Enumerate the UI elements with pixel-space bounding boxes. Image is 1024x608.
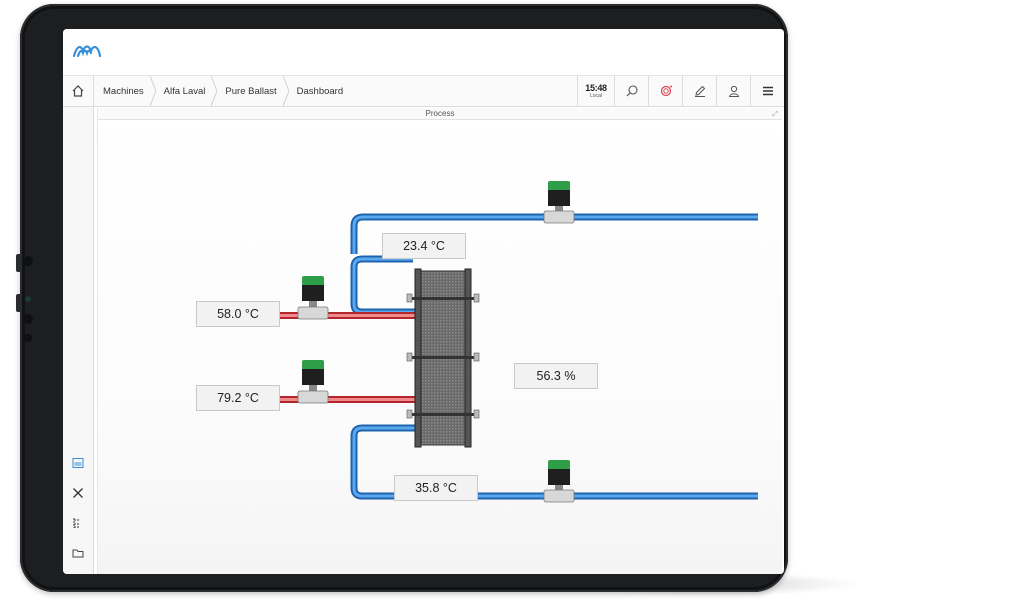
- app-header: [63, 29, 784, 76]
- breadcrumb-bar: Machines Alfa Laval Pure Ballast Dashboa…: [63, 76, 784, 107]
- volume-button: [16, 294, 22, 312]
- camera-dot: [23, 314, 33, 324]
- rail-dashboard[interactable]: [69, 454, 87, 472]
- user-button[interactable]: [716, 76, 750, 106]
- camera-dot: [23, 256, 33, 266]
- volume-button: [16, 254, 22, 272]
- plate-heat-exchanger: [406, 268, 480, 448]
- cold-inlet-temp-readout[interactable]: 35.8 °C: [394, 475, 478, 501]
- rail-tree[interactable]: [69, 514, 87, 532]
- chevron-right-icon: [282, 76, 291, 106]
- process-panel: Process ⤢ 23.4 °C 58.0 °C 79.2 °C 56.3 %…: [97, 108, 782, 574]
- hot-inlet-temp-2-readout[interactable]: 79.2 °C: [196, 385, 280, 411]
- tree-icon: [73, 518, 80, 528]
- menu-button[interactable]: [750, 76, 784, 106]
- clock-time: 15:48: [585, 82, 607, 93]
- chevron-right-icon: [149, 76, 158, 106]
- chevron-right-icon: [211, 76, 219, 106]
- clock-widget[interactable]: 15:48 Local: [577, 76, 614, 106]
- edit-icon: [694, 85, 705, 97]
- valve-opening-readout[interactable]: 56.3 %: [514, 363, 598, 389]
- toolbar: 15:48 Local: [577, 76, 784, 106]
- process-diagram: [220, 181, 758, 503]
- sensor-dot: [25, 296, 31, 302]
- clock-zone: Local: [590, 92, 602, 99]
- alfa-laval-logo[interactable]: [72, 43, 102, 66]
- rail-folder[interactable]: [69, 544, 87, 562]
- home-icon: [72, 85, 84, 97]
- cold-outlet-temp-readout[interactable]: 23.4 °C: [382, 233, 466, 259]
- temperature-sensor-bottom[interactable]: [543, 460, 575, 503]
- app-screen: Machines Alfa Laval Pure Ballast Dashboa…: [63, 29, 784, 574]
- breadcrumb-pure-ballast[interactable]: Pure Ballast: [219, 86, 282, 97]
- temperature-sensor-hot-1[interactable]: [297, 276, 329, 320]
- hot-inlet-temp-1-readout[interactable]: 58.0 °C: [196, 301, 280, 327]
- alarm-button[interactable]: [648, 76, 682, 106]
- folder-icon: [72, 549, 84, 558]
- menu-icon: [762, 86, 773, 96]
- search-icon: [626, 85, 638, 97]
- temperature-sensor-top[interactable]: [543, 181, 575, 224]
- people-icon: [71, 571, 85, 574]
- user-icon: [728, 85, 739, 97]
- rail-people[interactable]: [69, 569, 87, 574]
- panel-title: Process: [425, 109, 455, 118]
- tablet-frame: Machines Alfa Laval Pure Ballast Dashboa…: [16, 4, 788, 592]
- temperature-sensor-hot-2[interactable]: [297, 360, 329, 404]
- dashboard-icon: [72, 458, 84, 468]
- rail-tools[interactable]: [69, 484, 87, 502]
- breadcrumb-alfa-laval[interactable]: Alfa Laval: [158, 86, 212, 97]
- home-button[interactable]: [63, 76, 94, 106]
- edit-button[interactable]: [682, 76, 716, 106]
- search-button[interactable]: [614, 76, 648, 106]
- breadcrumb-machines[interactable]: Machines: [97, 86, 150, 97]
- tools-icon: [73, 488, 83, 498]
- breadcrumb: Machines Alfa Laval Pure Ballast Dashboa…: [97, 76, 349, 106]
- alarm-icon: [660, 85, 672, 97]
- left-rail: [63, 107, 94, 574]
- breadcrumb-dashboard[interactable]: Dashboard: [291, 86, 349, 97]
- camera-dot: [24, 334, 32, 342]
